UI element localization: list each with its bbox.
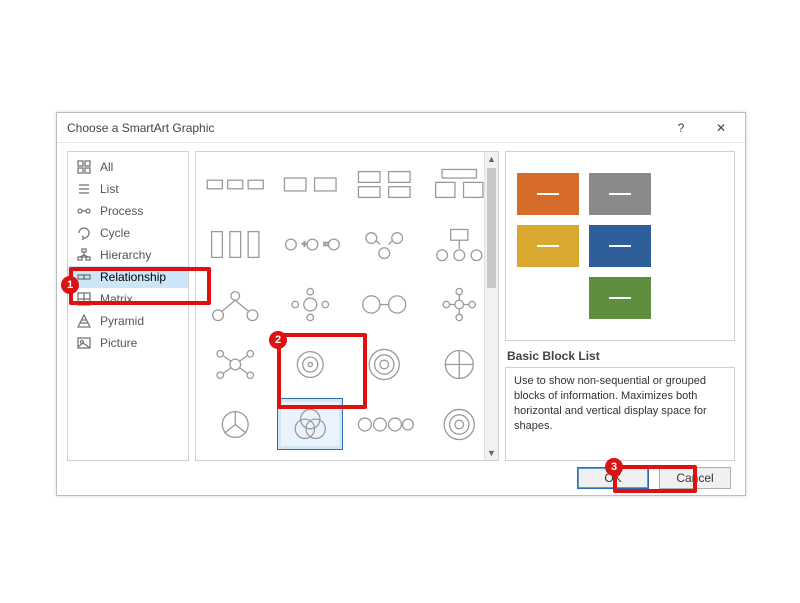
sidebar-item-label: Matrix xyxy=(100,292,133,306)
sidebar-item-label: Picture xyxy=(100,336,137,350)
scroll-up-icon[interactable]: ▲ xyxy=(485,152,498,166)
preview-block xyxy=(517,225,579,267)
sidebar-item-hierarchy[interactable]: Hierarchy xyxy=(68,244,188,266)
sidebar-item-cycle[interactable]: Cycle xyxy=(68,222,188,244)
dialog-title: Choose a SmartArt Graphic xyxy=(67,121,661,135)
sidebar-item-label: Process xyxy=(100,204,143,218)
sidebar-item-matrix[interactable]: Matrix xyxy=(68,288,188,310)
help-button[interactable]: ? xyxy=(661,113,701,143)
sidebar-item-list[interactable]: List xyxy=(68,178,188,200)
layout-thumb[interactable] xyxy=(202,218,269,270)
layout-thumb[interactable] xyxy=(351,218,418,270)
preview-graphic xyxy=(505,151,735,341)
all-icon xyxy=(76,159,92,175)
layout-gallery[interactable]: += ▲ xyxy=(195,151,499,461)
dialog-footer: OK Cancel xyxy=(57,463,745,493)
layout-thumb[interactable] xyxy=(277,278,344,330)
ok-button[interactable]: OK xyxy=(577,467,649,489)
titlebar: Choose a SmartArt Graphic ? ✕ xyxy=(57,113,745,143)
picture-icon xyxy=(76,335,92,351)
layout-thumb[interactable] xyxy=(277,158,344,210)
layout-thumb[interactable] xyxy=(426,218,493,270)
sidebar-item-label: Relationship xyxy=(100,270,166,284)
scroll-down-icon[interactable]: ▼ xyxy=(485,446,498,460)
layout-thumb[interactable] xyxy=(426,398,493,450)
layout-thumb[interactable] xyxy=(202,338,269,390)
hierarchy-icon xyxy=(76,247,92,263)
smartart-dialog: Choose a SmartArt Graphic ? ✕ All List P… xyxy=(56,112,746,496)
layout-thumb[interactable]: += xyxy=(277,218,344,270)
cancel-button[interactable]: Cancel xyxy=(659,467,731,489)
sidebar-item-relationship[interactable]: Relationship xyxy=(68,266,188,288)
sidebar-item-label: All xyxy=(100,160,113,174)
sidebar-item-picture[interactable]: Picture xyxy=(68,332,188,354)
sidebar-item-pyramid[interactable]: Pyramid xyxy=(68,310,188,332)
scrollbar[interactable]: ▲ ▼ xyxy=(484,152,498,460)
process-icon xyxy=(76,203,92,219)
layout-thumb[interactable] xyxy=(202,458,269,461)
sidebar-item-all[interactable]: All xyxy=(68,156,188,178)
layout-thumb[interactable] xyxy=(202,158,269,210)
close-button[interactable]: ✕ xyxy=(701,113,741,143)
preview-block xyxy=(589,277,651,319)
layout-thumb[interactable] xyxy=(426,278,493,330)
gallery-grid: += xyxy=(202,158,492,461)
layout-thumb[interactable] xyxy=(351,398,418,450)
layout-thumb[interactable] xyxy=(277,338,344,390)
sidebar-item-label: Pyramid xyxy=(100,314,144,328)
scroll-thumb[interactable] xyxy=(487,168,496,288)
layout-thumb[interactable] xyxy=(202,398,269,450)
preview-block xyxy=(517,173,579,215)
sidebar-item-label: Hierarchy xyxy=(100,248,151,262)
list-icon xyxy=(76,181,92,197)
layout-thumb[interactable] xyxy=(351,158,418,210)
layout-thumb[interactable] xyxy=(351,338,418,390)
layout-thumb[interactable] xyxy=(202,278,269,330)
layout-thumb[interactable] xyxy=(351,278,418,330)
category-sidebar: All List Process Cycle Hierarchy Relatio… xyxy=(67,151,189,461)
layout-thumb[interactable] xyxy=(426,158,493,210)
dialog-body: All List Process Cycle Hierarchy Relatio… xyxy=(57,143,745,463)
sidebar-item-process[interactable]: Process xyxy=(68,200,188,222)
layout-thumb[interactable] xyxy=(426,338,493,390)
matrix-icon xyxy=(76,291,92,307)
layout-thumb-venn[interactable] xyxy=(277,398,344,450)
pyramid-icon xyxy=(76,313,92,329)
sidebar-item-label: List xyxy=(100,182,119,196)
preview-block xyxy=(589,173,651,215)
cycle-icon xyxy=(76,225,92,241)
preview-pane: Basic Block List Use to show non-sequent… xyxy=(505,151,735,461)
preview-description: Use to show non-sequential or grouped bl… xyxy=(505,367,735,461)
preview-block xyxy=(589,225,651,267)
sidebar-item-label: Cycle xyxy=(100,226,130,240)
relationship-icon xyxy=(76,269,92,285)
preview-name: Basic Block List xyxy=(507,349,735,363)
